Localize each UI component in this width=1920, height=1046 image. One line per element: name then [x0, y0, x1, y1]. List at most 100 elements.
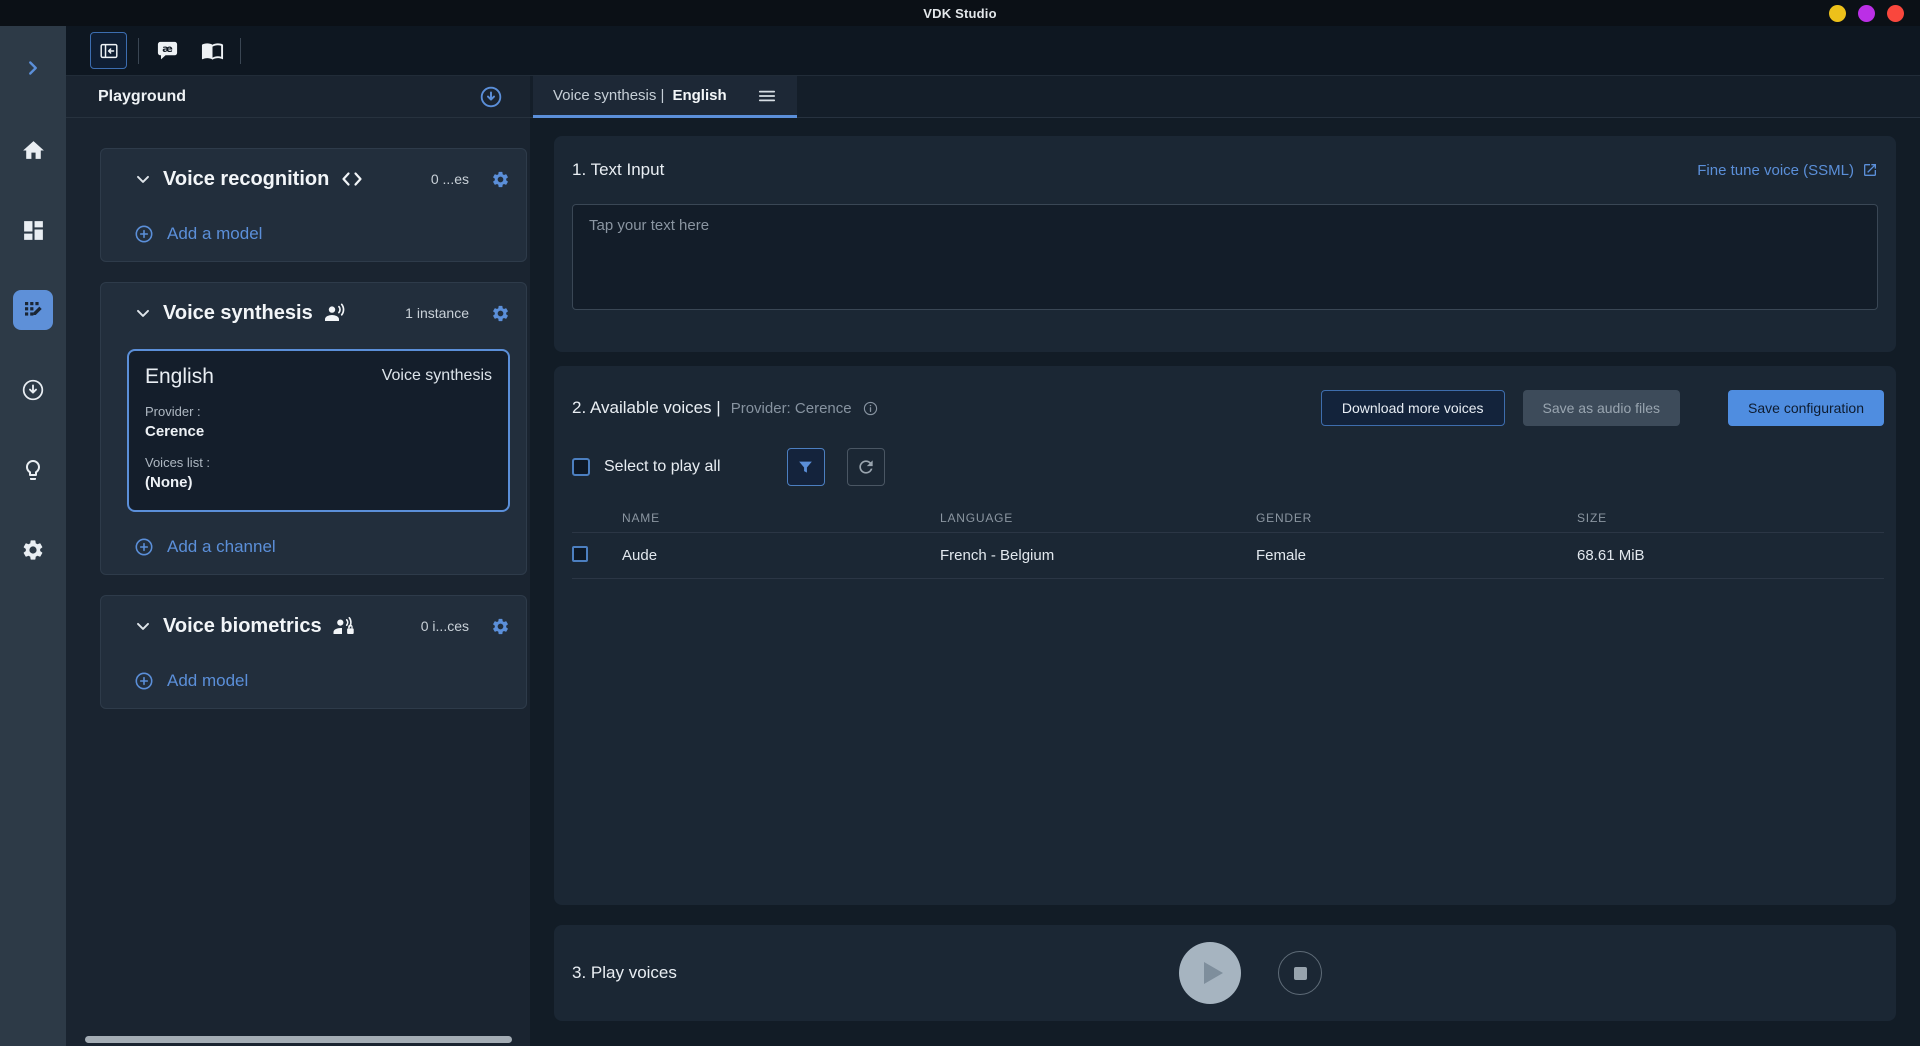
download-more-voices-button[interactable]: Download more voices — [1321, 390, 1505, 426]
save-as-audio-files-button[interactable]: Save as audio files — [1523, 390, 1681, 426]
playground-panel: Playground Voice recognition 0 ...es — [66, 76, 530, 1046]
panel-title: Playground — [98, 88, 478, 106]
fine-tune-ssml-link[interactable]: Fine tune voice (SSML) — [1697, 162, 1878, 179]
voice-over-icon — [323, 302, 348, 324]
card-settings-button[interactable] — [491, 617, 510, 636]
toggle-side-panel-button[interactable] — [90, 32, 127, 69]
tab-label: Voice synthesis | — [553, 87, 664, 104]
stop-button[interactable] — [1278, 951, 1322, 995]
card-title: Voice recognition — [163, 168, 329, 191]
chevron-down-icon[interactable] — [133, 169, 153, 189]
chevron-down-icon[interactable] — [133, 303, 153, 323]
card-title: Voice synthesis — [163, 302, 313, 325]
voice-recognition-header: Voice recognition 0 ...es — [133, 163, 510, 195]
toolbar: æ — [66, 26, 1920, 76]
window-close-icon[interactable] — [1887, 5, 1904, 22]
toolbar-divider — [240, 38, 241, 64]
add-channel-button[interactable]: Add a channel — [133, 536, 510, 558]
voice-biometrics-header: Voice biometrics 0 i...ces — [133, 610, 510, 642]
voice-synthesis-header: Voice synthesis 1 instance — [133, 297, 510, 329]
channel-card-english[interactable]: English Voice synthesis Provider : Ceren… — [127, 349, 510, 512]
playground-edit-icon — [21, 298, 45, 322]
sidebar-item-home[interactable] — [0, 110, 66, 190]
sidebar-item-playground[interactable] — [0, 270, 66, 350]
provider-label: Provider : — [145, 404, 492, 419]
text-input-title: 1. Text Input — [572, 160, 664, 180]
speech-bubble-ae-icon: æ — [156, 39, 179, 62]
dashboard-icon — [21, 218, 46, 243]
playground-panel-header: Playground — [66, 76, 530, 118]
play-button[interactable] — [1179, 942, 1241, 1004]
voice-biometrics-icon — [332, 615, 357, 637]
chevron-right-icon — [22, 57, 44, 79]
text-input-section: 1. Text Input Fine tune voice (SSML) — [554, 136, 1896, 352]
play-icon — [1204, 962, 1223, 984]
funnel-icon — [796, 458, 815, 477]
row-checkbox[interactable] — [572, 546, 588, 562]
horizontal-scrollbar[interactable] — [85, 1036, 512, 1043]
tab-menu-button[interactable] — [757, 88, 777, 104]
refresh-button[interactable] — [847, 448, 885, 486]
documentation-button[interactable] — [195, 34, 229, 68]
plus-circle-icon — [133, 670, 155, 692]
save-configuration-button[interactable]: Save configuration — [1728, 390, 1884, 426]
card-settings-button[interactable] — [491, 170, 510, 189]
playground-cards: Voice recognition 0 ...es Add a model — [66, 118, 530, 709]
provider-info[interactable] — [862, 400, 879, 417]
sidebar-item-settings[interactable] — [0, 510, 66, 590]
download-circle-icon[interactable] — [478, 84, 504, 110]
gear-icon — [21, 538, 45, 562]
column-header-gender: GENDER — [1256, 511, 1577, 525]
sidebar-item-downloads[interactable] — [0, 350, 66, 430]
card-title: Voice biometrics — [163, 615, 322, 638]
sidebar-item-dashboard[interactable] — [0, 190, 66, 270]
filter-button[interactable] — [787, 448, 825, 486]
fine-tune-ssml-label: Fine tune voice (SSML) — [1697, 162, 1854, 179]
window-maximize-icon[interactable] — [1858, 5, 1875, 22]
plus-circle-icon — [133, 536, 155, 558]
gear-icon — [491, 304, 510, 323]
voices-table-header: NAME LANGUAGE GENDER SIZE — [572, 504, 1884, 532]
voices-list-value: (None) — [145, 474, 492, 491]
voice-biometrics-card: Voice biometrics 0 i...ces — [100, 595, 527, 709]
card-settings-button[interactable] — [491, 304, 510, 323]
external-link-icon — [1862, 162, 1878, 178]
select-all-label: Select to play all — [604, 458, 721, 476]
home-icon — [21, 138, 46, 163]
select-all-checkbox[interactable] — [572, 458, 590, 476]
voice-language: French - Belgium — [940, 547, 1256, 564]
gear-icon — [491, 617, 510, 636]
voice-synthesis-card: Voice synthesis 1 instance — [100, 282, 527, 575]
main-area: Voice synthesis | English 1. Text Input — [530, 76, 1920, 1046]
add-biometrics-model-button[interactable]: Add model — [133, 670, 510, 692]
column-header-name: NAME — [622, 511, 940, 525]
provider-text: Provider: Cerence — [731, 400, 852, 417]
tab-voice-synthesis-english[interactable]: Voice synthesis | English — [533, 76, 797, 118]
text-input-field[interactable] — [572, 204, 1878, 310]
play-voices-section: 3. Play voices — [554, 925, 1896, 1021]
add-model-button[interactable]: Add a model — [133, 223, 510, 245]
instance-count: 0 ...es — [431, 171, 469, 187]
voices-list-label: Voices list : — [145, 455, 492, 470]
active-nav-highlight — [13, 290, 53, 330]
hamburger-icon — [757, 88, 777, 104]
titlebar: VDK Studio — [0, 0, 1920, 26]
table-row-aude[interactable]: Aude French - Belgium Female 68.61 MiB — [572, 532, 1884, 579]
tab-channel-name: English — [672, 87, 726, 104]
window-minimize-icon[interactable] — [1829, 5, 1846, 22]
play-voices-title: 3. Play voices — [572, 963, 677, 983]
chevron-down-icon[interactable] — [133, 616, 153, 636]
window-title: VDK Studio — [923, 6, 997, 21]
panel-collapse-icon — [98, 40, 120, 62]
channel-type: Voice synthesis — [382, 367, 492, 385]
tab-bar: Voice synthesis | English — [530, 76, 1920, 118]
expand-rail-button[interactable] — [0, 26, 66, 110]
lightbulb-icon — [21, 458, 45, 482]
voice-name: Aude — [622, 547, 940, 564]
refresh-icon — [856, 457, 876, 477]
main-sections: 1. Text Input Fine tune voice (SSML) 2. … — [530, 118, 1920, 1021]
sidebar-item-ideas[interactable] — [0, 430, 66, 510]
available-voices-section: 2. Available voices | Provider: Cerence … — [554, 366, 1896, 905]
svg-text:æ: æ — [162, 44, 173, 55]
language-tools-button[interactable]: æ — [150, 34, 184, 68]
